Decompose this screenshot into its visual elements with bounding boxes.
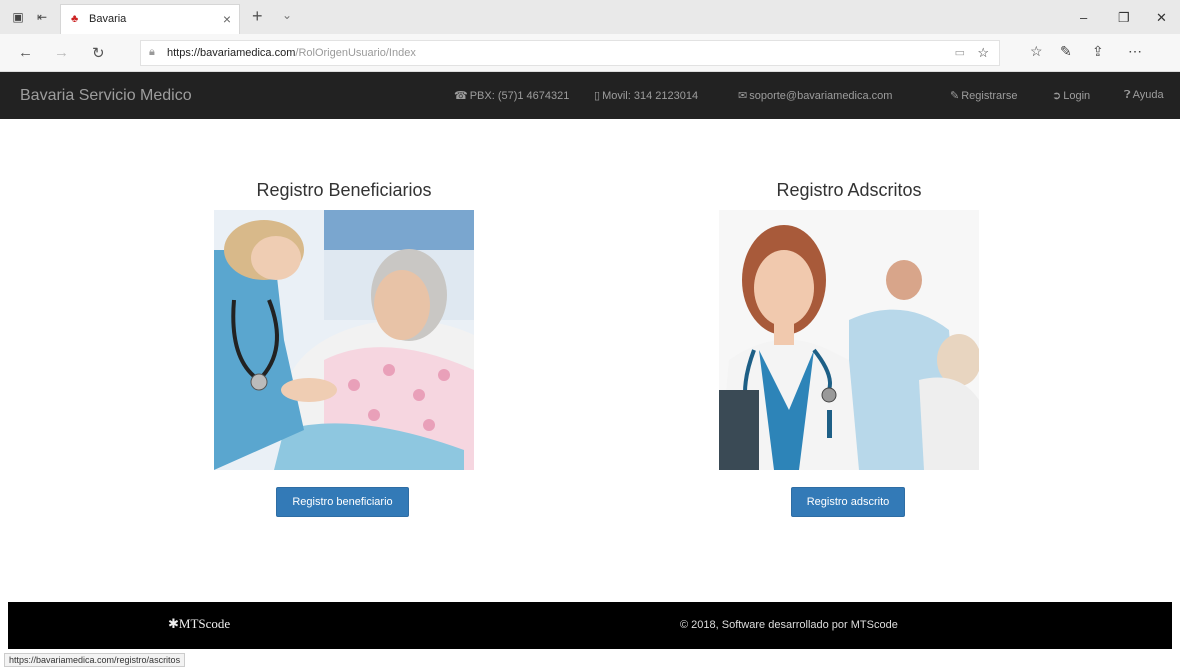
notes-icon[interactable]: ✎: [1060, 43, 1072, 60]
card-beneficiarios: Registro Beneficiarios: [214, 180, 474, 470]
nav-pbx[interactable]: ☎ PBX: (57)1 4674321: [454, 89, 569, 102]
footer-logo[interactable]: ✱MTScode: [168, 616, 230, 632]
nav-email-label: soporte@bavariamedica.com: [749, 90, 893, 102]
url-text: https://bavariamedica.com/RolOrigenUsuar…: [167, 47, 416, 59]
nav-registrarse-label: Registrarse: [961, 90, 1018, 102]
nav-movil-label: Movil: 314 2123014: [602, 90, 699, 102]
tab-title: Bavaria: [89, 13, 127, 25]
tab-bar: ▣ ⇤ ♣ Bavaria × + ⌄ – ❐ ✕: [0, 0, 1180, 34]
nav-pbx-label: PBX: (57)1 4674321: [469, 90, 570, 102]
refresh-icon[interactable]: ↻: [92, 44, 105, 62]
chevron-down-icon[interactable]: ⌄: [282, 8, 292, 22]
tab-active[interactable]: ♣ Bavaria ×: [60, 4, 240, 34]
beneficiarios-title: Registro Beneficiarios: [256, 180, 432, 200]
footer-copyright: © 2018, Software desarrollado por MTScod…: [680, 619, 898, 631]
url-path: /RolOrigenUsuario/Index: [295, 47, 416, 59]
url-host: https://bavariamedica.com: [167, 47, 296, 59]
logo-mark-icon: ✱: [168, 616, 179, 631]
site-favicon-icon: ♣: [71, 13, 79, 25]
doctor-image: [719, 210, 979, 470]
status-bar-url: https://bavariamedica.com/registro/ascri…: [4, 653, 186, 667]
address-bar: ← → ↻ 🔒︎ https://bavariamedica.com/RolOr…: [0, 34, 1180, 72]
url-field[interactable]: 🔒︎ https://bavariamedica.com/RolOrigenUs…: [140, 40, 1000, 66]
nav-ayuda[interactable]: ❓︎ Ayuda: [1124, 89, 1164, 102]
close-tab-icon[interactable]: ×: [223, 11, 231, 27]
edit-icon: ✎: [950, 90, 960, 102]
nav-login[interactable]: ➲ Login: [1052, 89, 1090, 102]
site-navbar: Bavaria Servicio Medico ☎ PBX: (57)1 4674…: [0, 72, 1180, 119]
tabs-aside-icon[interactable]: ▣: [10, 9, 26, 25]
site-footer: ✱MTScode © 2018, Software desarrollado p…: [8, 602, 1172, 649]
nav-email[interactable]: ✉ soporte@bavariamedica.com: [738, 89, 892, 102]
registro-beneficiario-button[interactable]: Registro beneficiario: [276, 487, 409, 517]
nav-movil[interactable]: ▯ Movil: 314 2123014: [594, 89, 698, 102]
card-adscritos: Registro Adscritos: [719, 180, 979, 470]
mobile-icon: ▯: [594, 90, 601, 102]
nurse-patient-image: [214, 210, 474, 470]
more-icon[interactable]: ⋯: [1128, 43, 1142, 60]
favorite-star-icon[interactable]: ☆: [977, 45, 989, 61]
nav-login-label: Login: [1063, 90, 1091, 102]
registro-adscrito-button[interactable]: Registro adscrito: [791, 487, 905, 517]
forward-icon[interactable]: →: [54, 44, 69, 61]
envelope-icon: ✉: [738, 90, 748, 102]
nav-ayuda-label: Ayuda: [1132, 89, 1164, 101]
doctor-photo: [719, 210, 979, 470]
browser-window: ▣ ⇤ ♣ Bavaria × + ⌄ – ❐ ✕ ← → ↻ 🔒︎ https…: [0, 0, 1180, 667]
share-icon[interactable]: ⇪: [1092, 43, 1104, 60]
login-icon: ➲: [1052, 90, 1062, 102]
phone-icon: ☎: [454, 90, 468, 102]
nav-registrarse[interactable]: ✎ Registrarse: [950, 89, 1017, 102]
site-brand[interactable]: Bavaria Servicio Medico: [20, 87, 192, 105]
restore-icon[interactable]: ❐: [1118, 10, 1130, 26]
close-window-icon[interactable]: ✕: [1156, 10, 1167, 26]
lock-icon: 🔒︎: [149, 46, 155, 58]
footer-logo-text: MTScode: [178, 616, 231, 631]
nurse-patient-photo: [214, 210, 474, 470]
adscritos-title: Registro Adscritos: [776, 180, 922, 200]
minimize-icon[interactable]: –: [1080, 10, 1087, 25]
question-icon: ❓︎: [1124, 89, 1131, 101]
reading-view-icon[interactable]: ▭: [955, 46, 965, 59]
new-tab-icon[interactable]: +: [252, 6, 263, 27]
favorites-icon[interactable]: ☆: [1030, 43, 1043, 60]
back-icon[interactable]: ←: [18, 44, 33, 61]
tab-back-icon[interactable]: ⇤: [34, 9, 50, 25]
